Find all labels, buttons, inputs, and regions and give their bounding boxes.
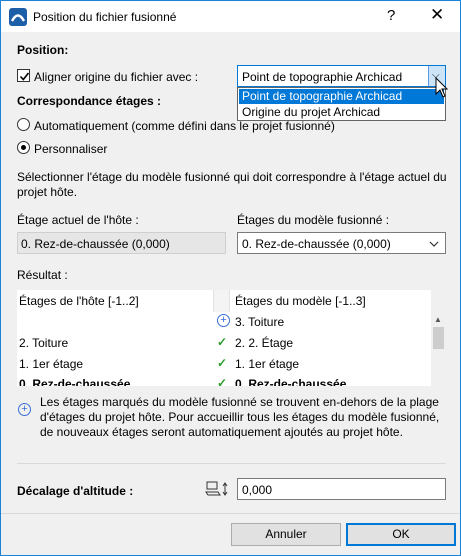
dropdown-option-project-origin[interactable]: Origine du projet Archicad — [239, 105, 444, 120]
altitude-offset-input[interactable]: 0,000 — [237, 478, 446, 500]
ok-button[interactable]: OK — [346, 523, 456, 546]
radio-automatic-label: Automatiquement (comme défini dans le pr… — [34, 119, 335, 133]
merged-story-select[interactable]: 0. Rez-de-chaussée (0,000) — [237, 232, 446, 254]
radio-selected-dot — [21, 145, 26, 150]
merged-story-label: Étages du modèle fusionné : — [237, 213, 390, 227]
table-row-host: 0. Rez-de-chaussée — [19, 377, 131, 386]
altitude-offset-icon — [205, 481, 228, 496]
cancel-button[interactable]: Annuler — [231, 523, 341, 546]
scroll-up-arrow-icon[interactable]: ▲ — [434, 315, 442, 324]
column-header-host: Étages de l'hôte [-1..2] — [19, 294, 139, 308]
dialog-window: Position du fichier fusionné ? ✕ Positio… — [0, 0, 461, 556]
host-story-label: Étage actuel de l'hôte : — [17, 213, 139, 227]
align-target-select[interactable]: Point de topographie Archicad ⌵ — [237, 65, 446, 87]
plus-circle-icon: + — [18, 403, 31, 416]
result-info-text: Les étages marqués du modèle fusionné se… — [40, 395, 440, 439]
align-target-value: Point de topographie Archicad — [242, 70, 403, 84]
table-row-host: 1. 1er étage — [19, 357, 84, 371]
window-title: Position du fichier fusionné — [33, 10, 177, 24]
plus-circle-icon: + — [217, 314, 230, 327]
table-row-model: 3. Toiture — [235, 315, 285, 329]
align-target-dropdown-list: Point de topographie Archicad Origine du… — [237, 87, 446, 121]
stories-heading: Correspondance étages : — [17, 94, 162, 108]
table-scrollbar[interactable]: ▲ — [431, 290, 446, 386]
mark-column-header — [213, 290, 230, 312]
altitude-offset-value: 0,000 — [242, 483, 273, 497]
separator — [17, 463, 446, 464]
result-heading: Résultat : — [17, 268, 68, 282]
table-row-host: 2. Toiture — [19, 336, 69, 350]
story-instruction: Sélectionner l'étage du modèle fusionné … — [17, 170, 447, 199]
merged-story-value: 0. Rez-de-chaussée (0,000) — [242, 237, 391, 251]
checkmark-icon — [19, 72, 30, 81]
table-row-model: 1. 1er étage — [235, 357, 300, 371]
radio-custom[interactable] — [17, 141, 30, 154]
result-table: Étages de l'hôte [-1..2] Étages du modèl… — [17, 290, 446, 386]
separator — [1, 513, 460, 514]
host-story-field: 0. Rez-de-chaussée (0,000) — [17, 232, 226, 254]
archicad-app-icon — [9, 8, 27, 26]
host-story-value: 0. Rez-de-chaussée (0,000) — [21, 237, 170, 251]
align-origin-checkbox[interactable] — [17, 69, 30, 82]
title-bar: Position du fichier fusionné ? ✕ — [1, 1, 460, 32]
green-check-icon: ✓ — [217, 376, 228, 386]
position-heading: Position: — [17, 43, 69, 57]
table-row-model: 2. 2. Étage — [235, 336, 294, 350]
altitude-offset-label: Décalage d'altitude : — [17, 484, 134, 498]
radio-automatic[interactable] — [17, 118, 30, 131]
green-check-icon: ✓ — [217, 356, 228, 370]
dropdown-option-survey-point[interactable]: Point de topographie Archicad — [239, 89, 444, 104]
help-button[interactable]: ? — [387, 7, 395, 24]
close-button[interactable]: ✕ — [430, 5, 444, 25]
chevron-down-icon — [429, 241, 439, 247]
column-header-model: Étages du modèle [-1..3] — [235, 294, 366, 308]
green-check-icon: ✓ — [217, 335, 228, 349]
table-row-model: 0. Rez-de-chaussée — [235, 377, 347, 386]
radio-custom-label: Personnaliser — [34, 142, 108, 156]
align-origin-label: Aligner origine du fichier avec : — [34, 70, 199, 84]
scrollbar-thumb[interactable] — [433, 327, 444, 349]
mouse-cursor-icon — [435, 77, 449, 98]
